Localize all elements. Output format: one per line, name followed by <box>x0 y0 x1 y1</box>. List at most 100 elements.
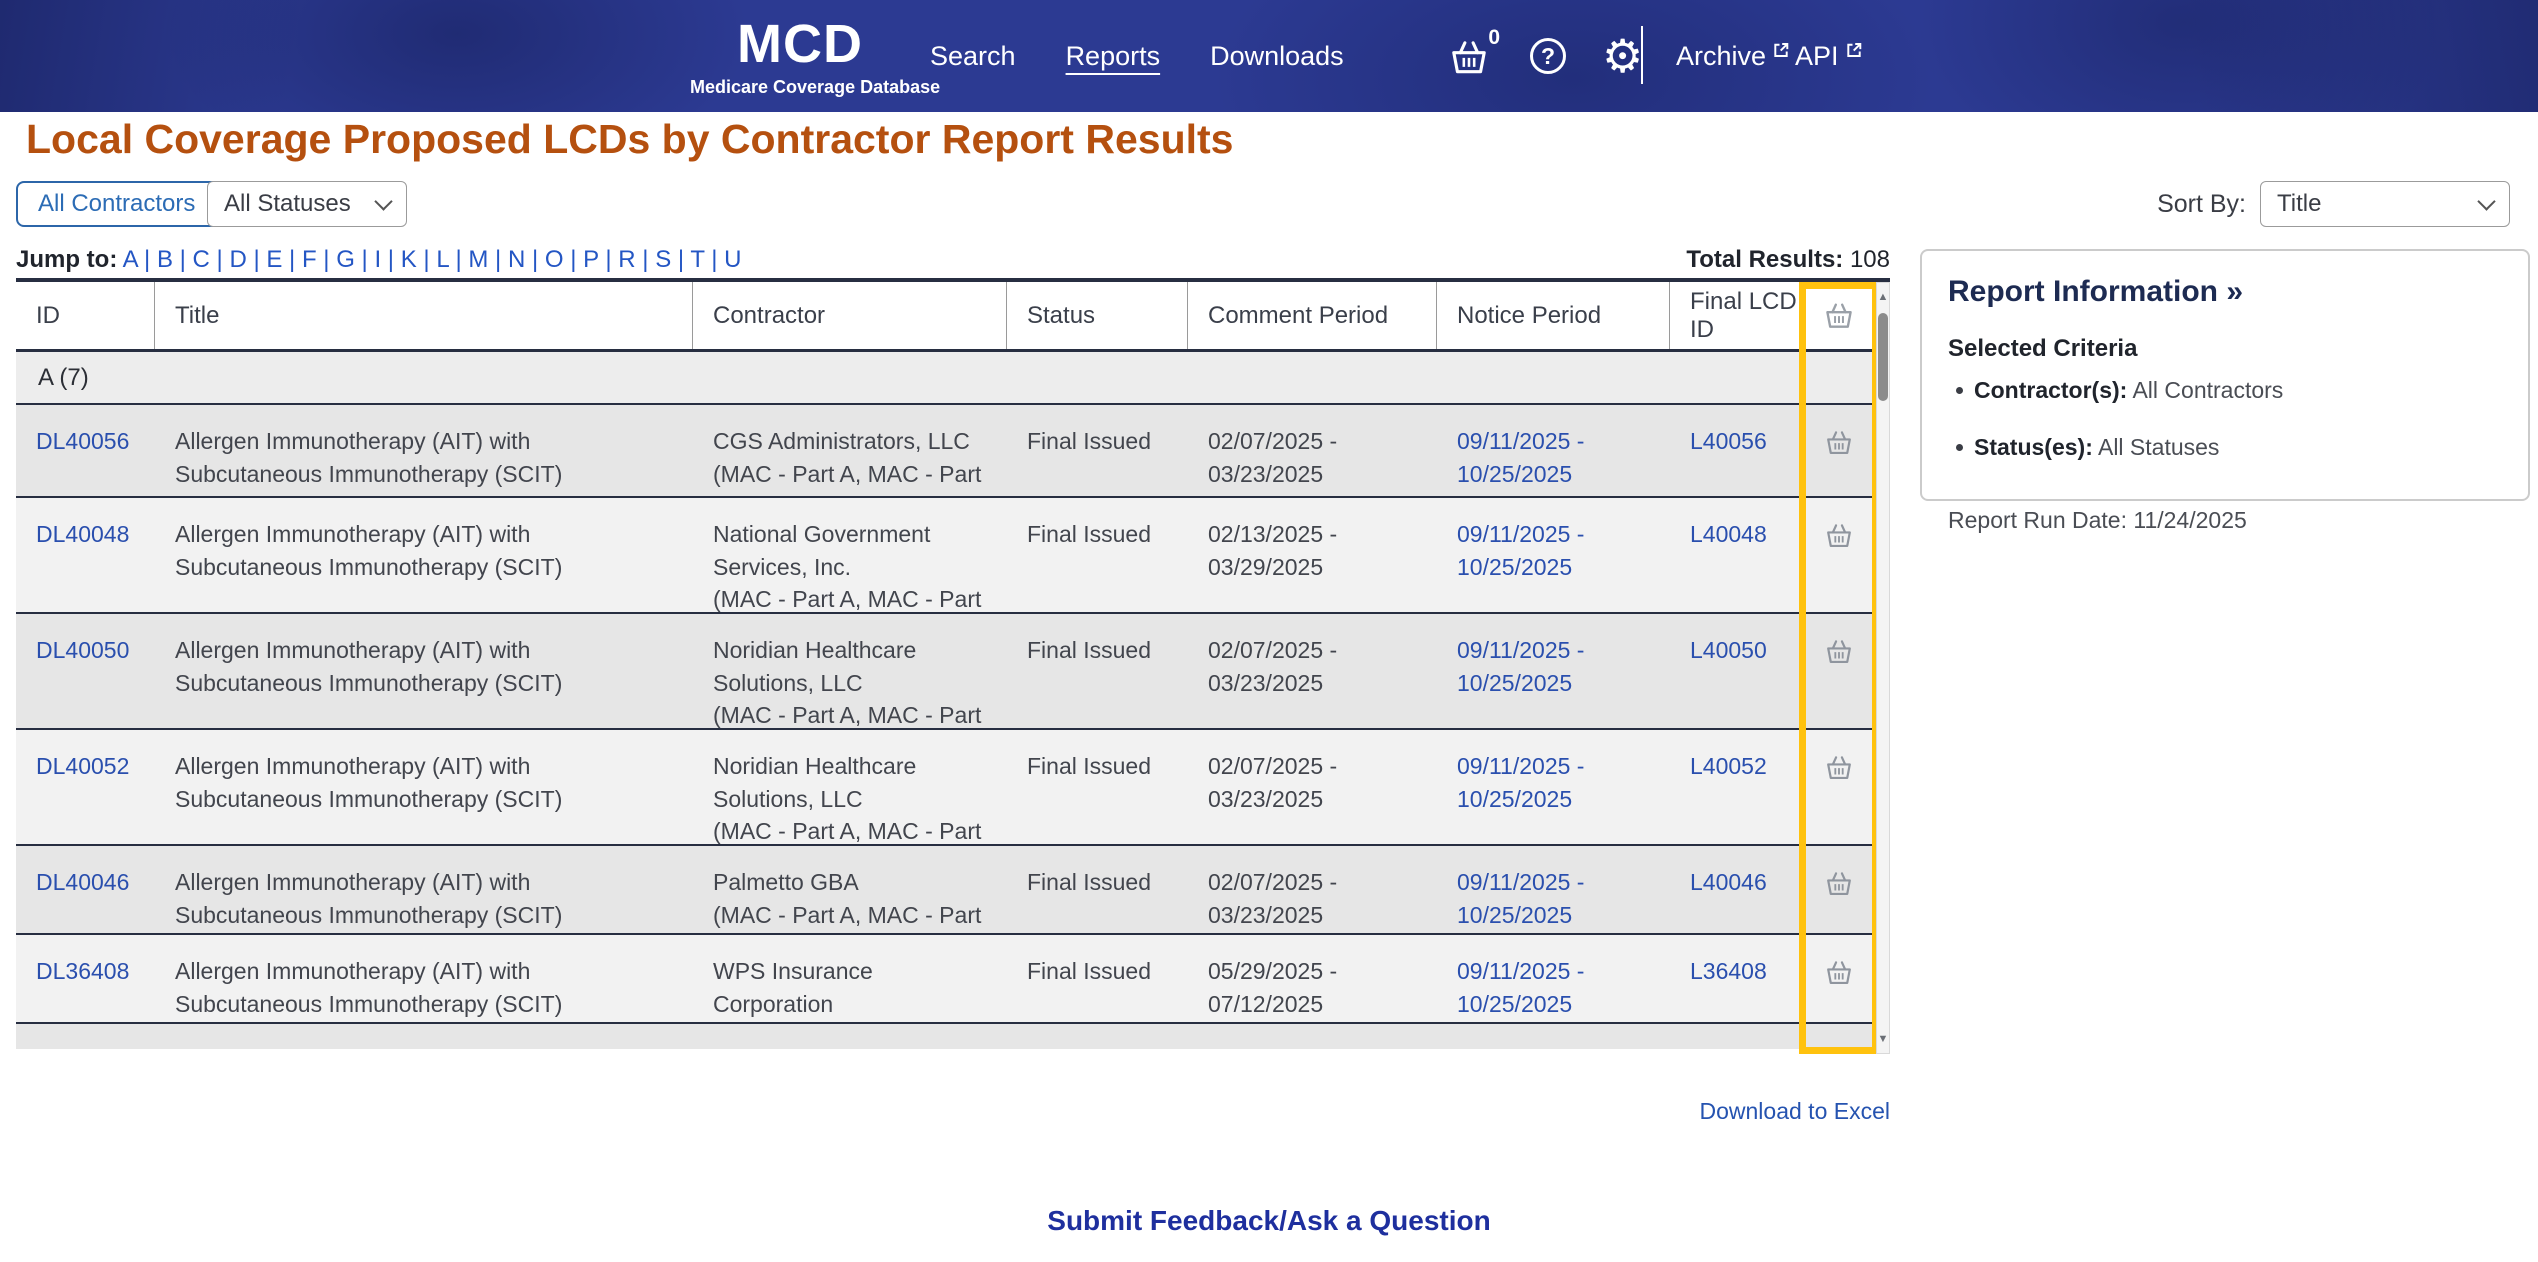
criteria-statuses: Status(es): All Statuses <box>1948 434 2502 461</box>
column-header-title: Title <box>155 282 693 349</box>
notice-period-link[interactable]: 09/11/2025 - 10/25/2025 <box>1457 869 1584 928</box>
cell-contractor: Noridian Healthcare Solutions, LLC (MAC … <box>713 753 982 844</box>
cell-title: Allergen Immunotherapy (AIT) with Subcut… <box>175 869 563 928</box>
cell-comment-period: 02/07/2025 - 03/23/2025 <box>1208 753 1338 812</box>
cell-notice-period: 09/11/2025 - 10/25/2025 <box>1437 498 1670 612</box>
cart-basket-button[interactable]: 0 <box>1448 26 1500 78</box>
proposed-lcd-id-link[interactable]: DL40048 <box>36 521 129 547</box>
proposed-lcd-id-link[interactable]: DL40046 <box>36 869 129 895</box>
proposed-lcd-id-link[interactable]: DL40050 <box>36 637 129 663</box>
cell-comment-period: 02/07/2025 - 03/23/2025 <box>1208 428 1338 487</box>
cell-contractor: National Government Services, Inc. (MAC … <box>713 521 982 612</box>
cart-count-badge: 0 <box>1488 26 1500 49</box>
cell-comment-period: 05/29/2025 - 07/12/2025 <box>1208 958 1338 1017</box>
cell-basket[interactable] <box>1802 614 1876 728</box>
cell-status: Final Issued <box>1027 753 1152 779</box>
external-link-icon <box>1774 43 1789 57</box>
cell-basket[interactable] <box>1802 730 1876 844</box>
scrollbar-thumb[interactable] <box>1878 313 1888 401</box>
column-header-final-lcd-id: Final LCD ID <box>1670 282 1802 349</box>
report-information-panel: Report Information » Selected Criteria C… <box>1920 249 2530 533</box>
proposed-lcd-id-link[interactable]: DL40052 <box>36 753 129 779</box>
report-run-date: Report Run Date: 11/24/2025 <box>1948 507 2247 533</box>
table-body: DL40056 Allergen Immunotherapy (AIT) wit… <box>16 405 1876 1024</box>
download-to-excel: Download to Excel <box>16 1098 1891 1125</box>
vertical-scrollbar[interactable]: ▲ ▼ <box>1876 282 1890 1054</box>
chevron-down-icon <box>374 191 393 211</box>
proposed-lcd-id-link[interactable]: DL40056 <box>36 428 129 454</box>
mcd-logo[interactable]: MCD Medicare Coverage Database <box>690 16 940 98</box>
scroll-up-arrow[interactable]: ▲ <box>1877 285 1889 309</box>
total-results: Total Results: 108 <box>16 246 1890 274</box>
help-icon[interactable]: ? <box>1530 38 1566 74</box>
total-results-value: 108 <box>1849 246 1890 273</box>
cell-comment-period: 02/13/2025 - 03/29/2025 <box>1208 521 1338 580</box>
cell-contractor: CGS Administrators, LLC (MAC - Part A, M… <box>713 428 982 496</box>
final-lcd-id-link[interactable]: L36408 <box>1690 958 1767 984</box>
basket-icon <box>1827 524 1851 548</box>
site-header: MCD Medicare Coverage Database Search Rep… <box>0 0 2538 112</box>
download-to-excel-link[interactable]: Download to Excel <box>1700 1098 1891 1124</box>
table-row: DL40046 Allergen Immunotherapy (AIT) wit… <box>16 846 1876 935</box>
api-label: API <box>1795 40 1839 71</box>
final-lcd-id-link[interactable]: L40050 <box>1690 637 1767 663</box>
final-lcd-id-link[interactable]: L40048 <box>1690 521 1767 547</box>
basket-icon <box>1827 640 1851 664</box>
total-results-label: Total Results: <box>1686 246 1844 273</box>
column-header-notice-period: Notice Period <box>1437 282 1670 349</box>
nav-reports[interactable]: Reports <box>1066 41 1161 72</box>
cell-id: DL40046 <box>16 846 155 933</box>
cell-final-lcd-id: L36408 <box>1670 935 1802 1022</box>
group-label: A (7) <box>38 363 89 391</box>
api-link[interactable]: API <box>1795 0 1863 112</box>
cell-status: Final Issued <box>1027 521 1152 547</box>
final-lcd-id-link[interactable]: L40052 <box>1690 753 1767 779</box>
table-row: DL40052 Allergen Immunotherapy (AIT) wit… <box>16 730 1876 846</box>
cell-notice-period: 09/11/2025 - 10/25/2025 <box>1437 935 1670 1022</box>
cell-notice-period: 09/11/2025 - 10/25/2025 <box>1437 405 1670 496</box>
final-lcd-id-link[interactable]: L40056 <box>1690 428 1767 454</box>
sortby-select[interactable]: Title <box>2260 181 2510 227</box>
archive-link[interactable]: Archive <box>1676 0 1790 112</box>
notice-period-link[interactable]: 09/11/2025 - 10/25/2025 <box>1457 521 1584 580</box>
proposed-lcd-id-link[interactable]: DL36408 <box>36 958 129 984</box>
cell-id: DL40052 <box>16 730 155 844</box>
cell-comment-period: 02/07/2025 - 03/23/2025 <box>1208 869 1338 928</box>
cell-basket[interactable] <box>1802 935 1876 1022</box>
nav-search[interactable]: Search <box>930 41 1016 72</box>
notice-period-link[interactable]: 09/11/2025 - 10/25/2025 <box>1457 753 1584 812</box>
cell-contractor: Palmetto GBA (MAC - Part A, MAC - Part B… <box>713 869 982 928</box>
cell-final-lcd-id: L40052 <box>1670 730 1802 844</box>
criteria-list: Contractor(s): All Contractors Status(es… <box>1948 377 2502 461</box>
cell-status: Final Issued <box>1027 428 1152 454</box>
gear-icon[interactable]: ⚙ <box>1602 33 1643 79</box>
cell-final-lcd-id: L40048 <box>1670 498 1802 612</box>
cell-notice-period: 09/11/2025 - 10/25/2025 <box>1437 614 1670 728</box>
column-header-contractor: Contractor <box>693 282 1007 349</box>
all-statuses-select[interactable]: All Statuses <box>207 181 407 227</box>
cell-basket[interactable] <box>1802 846 1876 933</box>
cell-basket[interactable] <box>1802 498 1876 612</box>
cell-title: Allergen Immunotherapy (AIT) with Subcut… <box>175 958 563 1017</box>
report-information-title[interactable]: Report Information » <box>1948 275 2502 309</box>
notice-period-link[interactable]: 09/11/2025 - 10/25/2025 <box>1457 428 1584 487</box>
table-row: DL40056 Allergen Immunotherapy (AIT) wit… <box>16 405 1876 498</box>
cell-basket[interactable] <box>1802 405 1876 496</box>
group-row-a: A (7) <box>16 352 1876 405</box>
criteria-value: All Statuses <box>2097 434 2220 460</box>
nav-downloads[interactable]: Downloads <box>1210 41 1344 72</box>
all-statuses-value: All Statuses <box>224 190 351 217</box>
table-row: DL36408 Allergen Immunotherapy (AIT) wit… <box>16 935 1876 1024</box>
cell-contractor: Noridian Healthcare Solutions, LLC (MAC … <box>713 637 982 728</box>
sortby-value: Title <box>2277 190 2322 217</box>
notice-period-link[interactable]: 09/11/2025 - 10/25/2025 <box>1457 958 1584 1017</box>
basket-column-header <box>1802 282 1876 349</box>
column-header-comment-period: Comment Period <box>1188 282 1437 349</box>
archive-label: Archive <box>1676 40 1767 71</box>
submit-feedback-link[interactable]: Submit Feedback/Ask a Question <box>1047 1205 1490 1236</box>
scroll-down-arrow[interactable]: ▼ <box>1877 1027 1889 1051</box>
notice-period-link[interactable]: 09/11/2025 - 10/25/2025 <box>1457 637 1584 696</box>
table-row: DL40048 Allergen Immunotherapy (AIT) wit… <box>16 498 1876 614</box>
cell-title: Allergen Immunotherapy (AIT) with Subcut… <box>175 428 563 487</box>
final-lcd-id-link[interactable]: L40046 <box>1690 869 1767 895</box>
